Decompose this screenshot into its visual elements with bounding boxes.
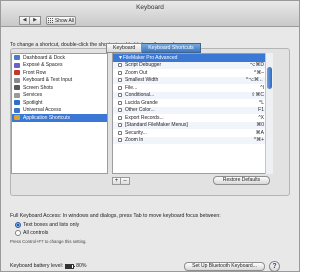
shortcut-checkbox[interactable] (118, 63, 122, 68)
radio-button[interactable] (15, 230, 21, 236)
shortcut-checkbox[interactable] (118, 100, 122, 105)
dashboard-dock-icon (14, 55, 20, 61)
battery-level: Keyboard battery level: 80% (10, 263, 86, 269)
add-shortcut-button[interactable]: + (112, 177, 121, 185)
shortcut-row[interactable]: Security... ⌘A (113, 129, 272, 137)
forward-button[interactable]: ▶ (30, 16, 41, 25)
scroll-thumb[interactable] (267, 67, 272, 89)
window-title: Keyboard (136, 4, 164, 11)
show-all-label: Show All (54, 17, 75, 24)
shortcut-row[interactable]: Zoom In ^⌘+ (113, 136, 272, 144)
control-f7-hint: Press Control+F7 to change this setting. (10, 239, 87, 244)
shortcut-scrollbar[interactable] (265, 53, 273, 174)
shortcut-row[interactable]: File... ^I (113, 84, 272, 92)
category-label: Spotlight (23, 99, 43, 106)
keyboard-icon (14, 77, 20, 83)
shortcut-label: Smallest Width (125, 77, 159, 84)
setup-bluetooth-keyboard-button[interactable]: Set Up Bluetooth Keyboard... (184, 262, 265, 271)
universal-access-icon (14, 107, 20, 113)
shortcut-row[interactable]: Smallest Width ^⌥⌘← (113, 76, 272, 84)
battery-icon (65, 263, 76, 269)
category-label: Services (23, 92, 43, 99)
shortcut-rows: Script Debugger ⌥⌘D Zoom Out ^⌘– Smallest Wi… (113, 61, 272, 144)
shortcut-label: Zoom In (125, 137, 144, 144)
shortcut-row[interactable]: Script Debugger ⌥⌘D (113, 61, 272, 69)
category-item[interactable]: Spotlight (12, 99, 107, 107)
shortcut-checkbox[interactable] (118, 138, 122, 143)
restore-defaults-button[interactable]: Restore Defaults (213, 176, 270, 185)
shortcut-checkbox[interactable] (118, 78, 122, 83)
shortcut-group-header[interactable]: ▼FileMaker Pro Advanced (113, 54, 272, 62)
shortcut-label: File... (125, 84, 138, 91)
category-label: Universal Access (23, 107, 62, 114)
shortcut-checkbox[interactable] (118, 130, 122, 135)
spotlight-icon (14, 100, 20, 106)
battery-label: Keyboard battery level: (10, 263, 64, 269)
category-item[interactable]: Exposé & Spaces (12, 62, 107, 70)
category-item[interactable]: Application Shortcuts (12, 114, 107, 122)
shortcut-checkbox[interactable] (118, 70, 122, 75)
category-item[interactable]: Front Row (12, 69, 107, 77)
show-all-button[interactable]: Show All (46, 16, 76, 25)
shortcut-row[interactable]: Export Records... ^X (113, 114, 272, 122)
front-row-icon (14, 70, 20, 76)
shortcut-label: Script Debugger (125, 62, 162, 69)
shortcut-checkbox[interactable] (118, 85, 122, 90)
category-item[interactable]: Keyboard & Text Input (12, 77, 107, 85)
shortcut-label: Export Records... (125, 114, 164, 121)
category-item[interactable]: Dashboard & Dock (12, 54, 107, 62)
title-bar: Keyboard ◀ ▶ Show All (1, 1, 299, 27)
services-gear-icon (14, 92, 20, 98)
shortcut-label: Other Color... (125, 107, 155, 114)
radio-all-controls[interactable]: All controls (15, 230, 48, 236)
tab-keyboard[interactable]: Keyboard (106, 43, 143, 53)
shortcut-label: Conditional... (125, 92, 155, 99)
shortcut-checkbox[interactable] (118, 93, 122, 98)
category-list[interactable]: Dashboard & Dock Exposé & Spaces Front Row… (11, 53, 108, 174)
radio-button-selected[interactable] (15, 222, 21, 228)
screenshot-icon (14, 85, 20, 91)
category-label: Application Shortcuts (23, 114, 70, 121)
shortcut-row[interactable]: [Standard FileMaker Menus] ⌘0 (113, 121, 272, 129)
shortcut-checkbox[interactable] (118, 115, 122, 120)
shortcut-checkbox[interactable] (118, 123, 122, 128)
expose-spaces-icon (14, 62, 20, 68)
shortcut-row[interactable]: Zoom Out ^⌘– (113, 69, 272, 77)
back-button[interactable]: ◀ (19, 16, 30, 25)
shortcut-label: Security... (125, 129, 147, 136)
content-area: Keyboard Keyboard Shortcuts To change a … (1, 28, 299, 272)
app-shortcuts-icon (14, 115, 20, 121)
battery-value: 80% (76, 263, 87, 269)
nav-buttons: ◀ ▶ (19, 16, 41, 25)
category-label: Screen Shots (23, 84, 54, 91)
remove-shortcut-button[interactable]: – (121, 177, 130, 185)
category-item[interactable]: Services (12, 92, 107, 100)
shortcut-row[interactable]: Lucida Grande ^L (113, 99, 272, 107)
category-label: Dashboard & Dock (23, 54, 65, 61)
category-item[interactable]: Screen Shots (12, 84, 107, 92)
shortcut-row[interactable]: Conditional... ⇧⌘C (113, 91, 272, 99)
category-label: Exposé & Spaces (23, 62, 63, 69)
category-label: Front Row (23, 69, 47, 76)
shortcut-label: Lucida Grande (125, 99, 158, 106)
shortcut-label: [Standard FileMaker Menus] (125, 122, 188, 129)
help-button[interactable]: ? (269, 261, 280, 272)
category-item[interactable]: Universal Access (12, 107, 107, 115)
shortcut-checkbox[interactable] (118, 108, 122, 113)
radio-text-boxes-lists[interactable]: Text boxes and lists only (15, 222, 79, 228)
radio-label: Text boxes and lists only (23, 222, 80, 228)
shortcut-table[interactable]: ▼FileMaker Pro Advanced Script Debugger ⌥… (112, 53, 273, 174)
tab-keyboard-shortcuts[interactable]: Keyboard Shortcuts (142, 43, 201, 53)
full-keyboard-access-text: Full Keyboard Access: In windows and dia… (10, 213, 221, 219)
shortcut-label: Zoom Out (125, 69, 148, 76)
keyboard-preferences-window: Keyboard ◀ ▶ Show All Keyboard Keyboard … (0, 0, 300, 272)
list-controls: + – (112, 177, 130, 185)
category-label: Keyboard & Text Input (23, 77, 73, 84)
shortcut-row[interactable]: Other Color... F1 (113, 106, 272, 114)
grid-icon (47, 18, 53, 23)
tab-bar: Keyboard Keyboard Shortcuts (106, 43, 201, 53)
radio-label: All controls (23, 230, 49, 236)
